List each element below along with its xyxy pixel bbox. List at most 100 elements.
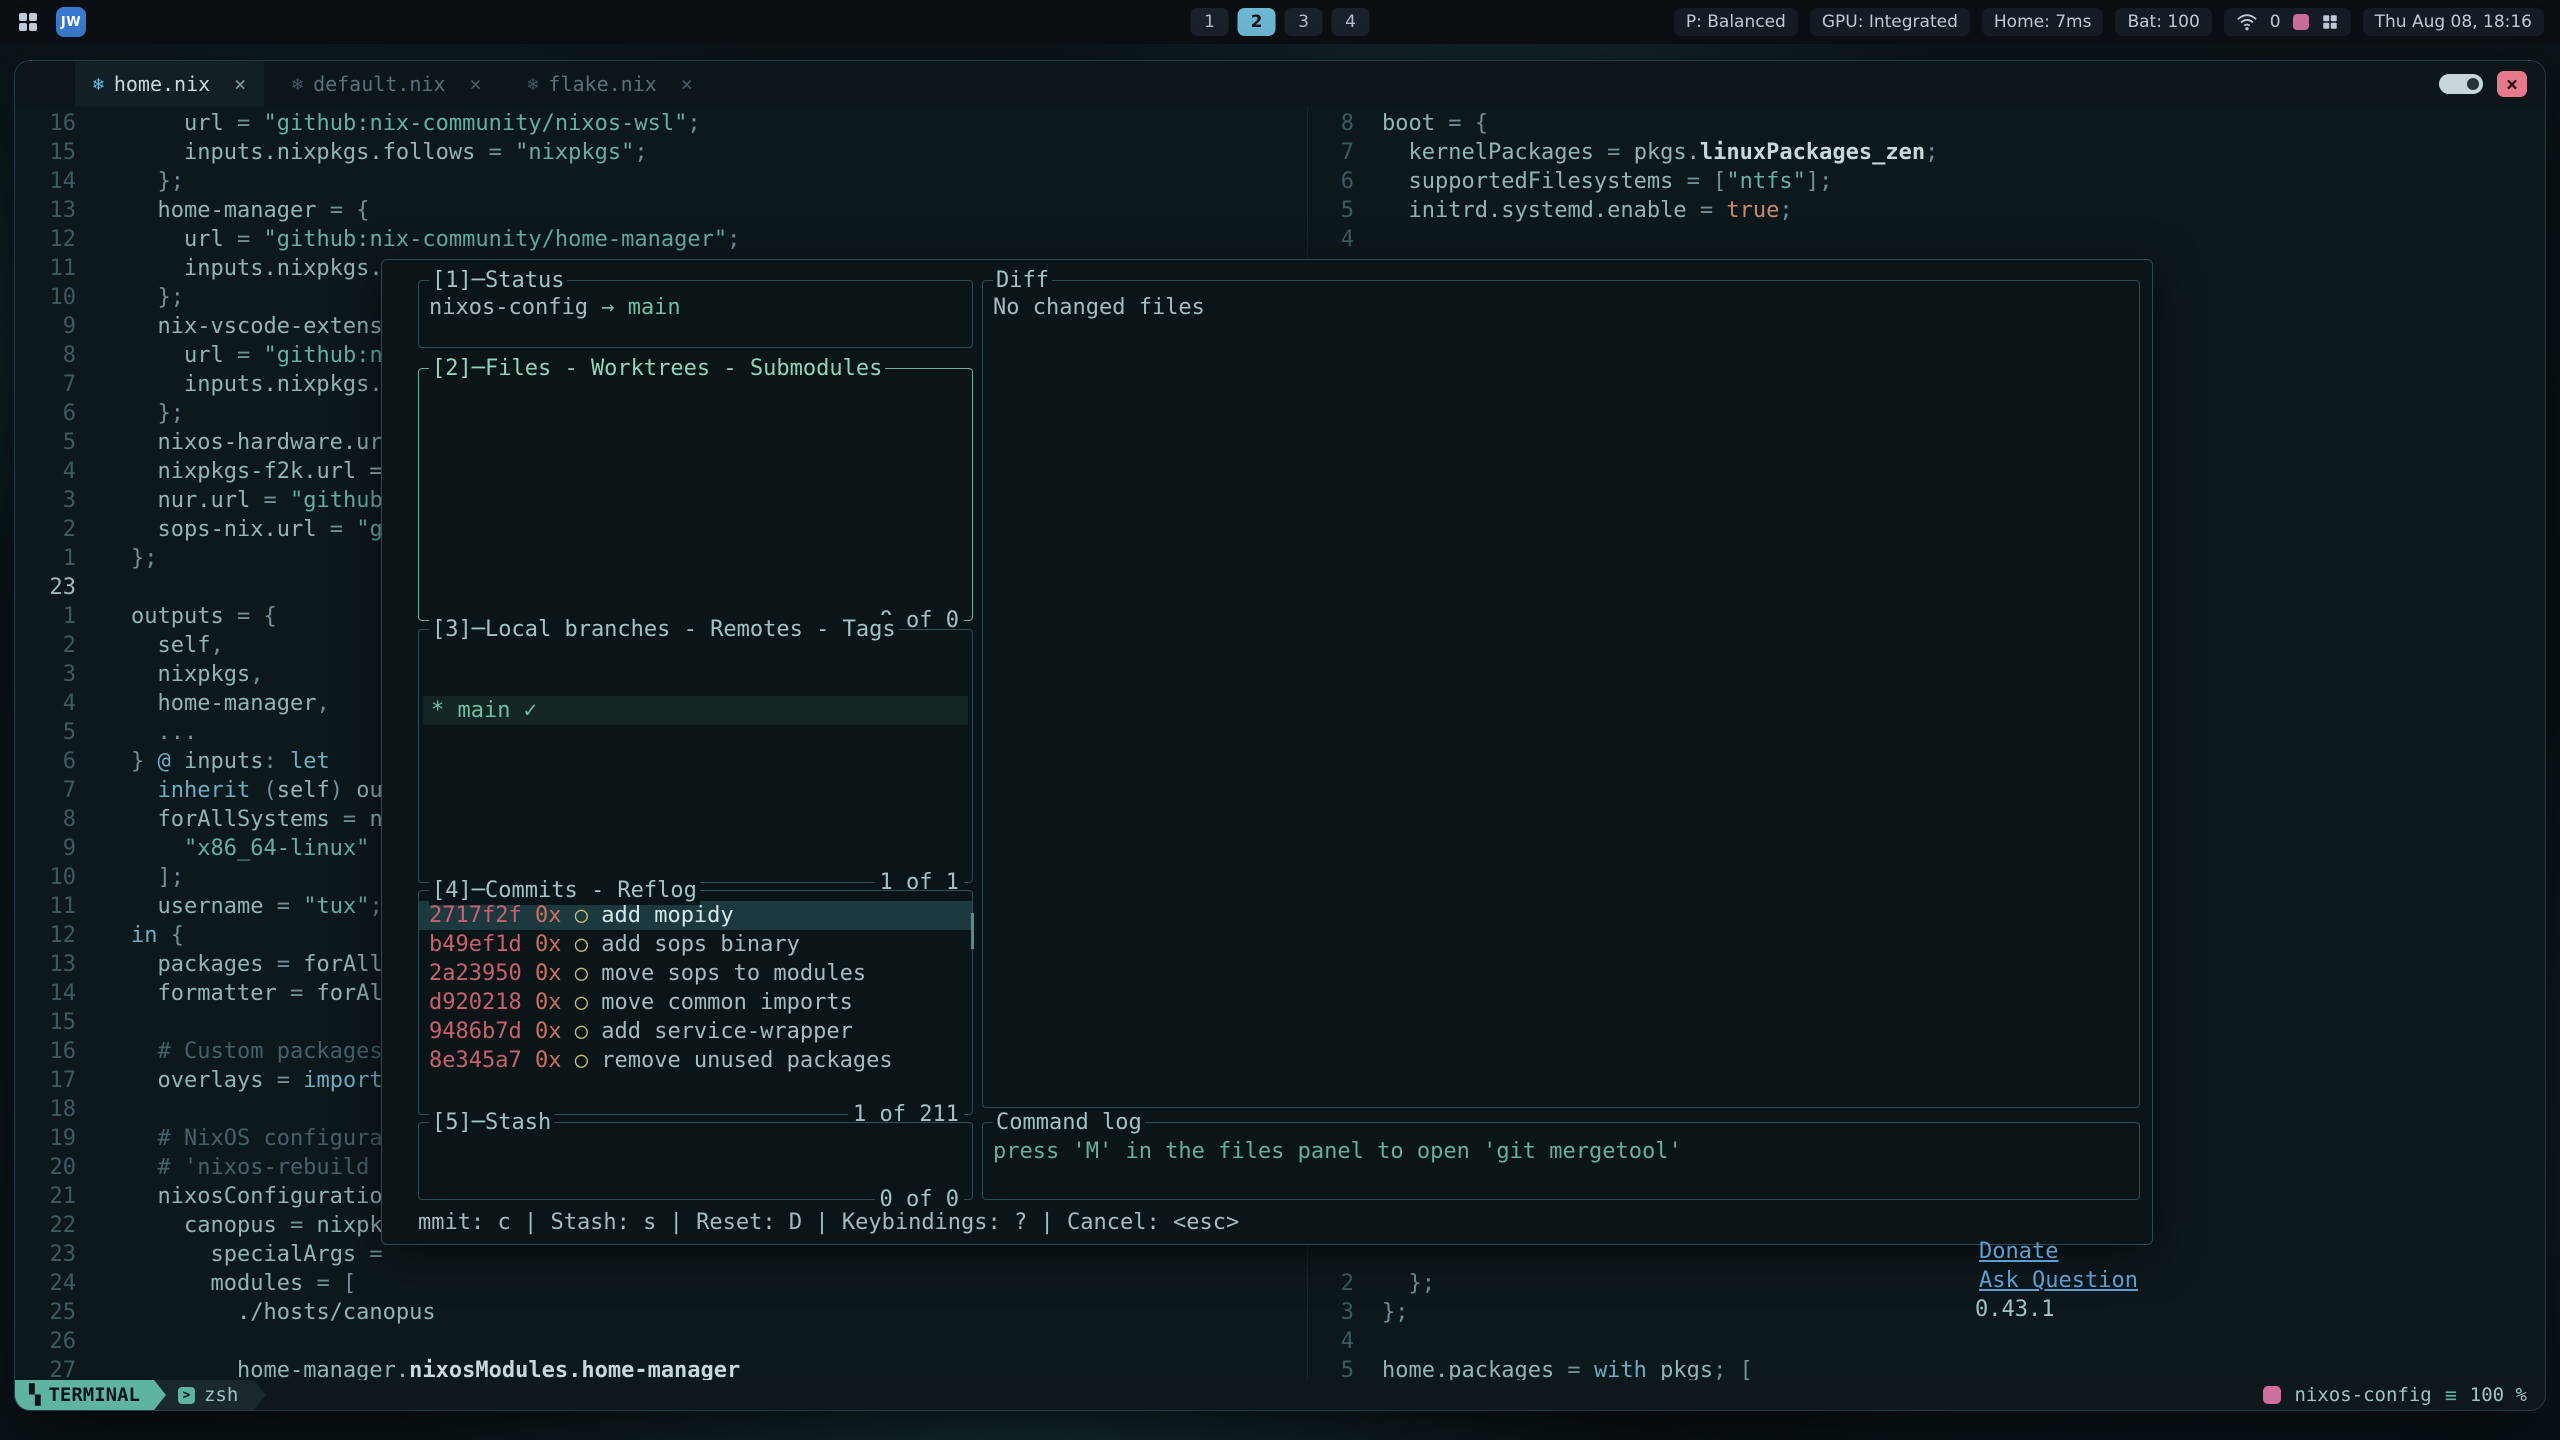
code-line: 12 url = "github:nix-community/home-mana…	[15, 225, 1307, 254]
line-number: 16	[15, 1037, 131, 1066]
status-module: GPU: Integrated	[1810, 8, 1970, 36]
line-number: 16	[15, 109, 131, 138]
terminal-mode-icon: ▚	[29, 1384, 40, 1406]
commits-scrollbar[interactable]	[971, 913, 974, 949]
status-module: Bat: 100	[2115, 8, 2211, 36]
lazygit-diff-panel[interactable]: Diff No changed files	[982, 280, 2140, 1108]
tab-label: default.nix	[313, 72, 445, 96]
line-number: 3	[15, 660, 131, 689]
tray-count: 0	[2270, 12, 2281, 32]
line-number: 5	[1308, 196, 1382, 225]
diff-panel-title: Diff	[993, 266, 1052, 295]
line-number: 13	[15, 950, 131, 979]
line-number: 1	[15, 544, 131, 573]
lazygit-stash-panel[interactable]: [5]─Stash 0 of 0	[418, 1122, 973, 1200]
line-number: 2	[15, 631, 131, 660]
ask-question-link[interactable]: Ask Question	[1979, 1268, 2138, 1293]
toggle-knob	[2467, 78, 2479, 90]
line-number: 2	[1308, 1269, 1382, 1298]
line-number: 11	[15, 254, 131, 283]
files-panel-title: [2]─Files - Worktrees - Submodules	[429, 354, 885, 383]
mode-badge: ▚ TERMINAL	[15, 1380, 154, 1410]
status-module: Home: 7ms	[1982, 8, 2104, 36]
apps-grid-icon[interactable]	[16, 10, 40, 34]
line-number: 11	[15, 892, 131, 921]
lazygit-branches-panel[interactable]: [3]─Local branches - Remotes - Tags * ma…	[418, 629, 973, 883]
line-number: 7	[15, 370, 131, 399]
workspace-4[interactable]: 4	[1332, 8, 1370, 36]
line-number: 17	[15, 1066, 131, 1095]
buffer-tabbar: ❄home.nix×❄default.nix×❄flake.nix× ×	[15, 61, 2545, 107]
lazygit-commits-panel[interactable]: [4]─Commits - Reflog 2717f2f 0x ○ add mo…	[418, 890, 973, 1115]
stash-panel-title: [5]─Stash	[429, 1108, 554, 1137]
lazygit-status-panel[interactable]: [1]─Status nixos-config → main	[418, 280, 973, 348]
code-line: 25 ./hosts/canopus	[15, 1298, 1307, 1327]
nix-file-icon: ❄	[292, 74, 303, 95]
commit-row[interactable]: b49ef1d 0x ○ add sops binary	[419, 930, 972, 959]
status-modules: P: Balanced GPU: Integrated Home: 7ms Bat: …	[1674, 8, 2212, 36]
workspace-1[interactable]: 1	[1191, 8, 1229, 36]
window-toggle[interactable]	[2439, 74, 2483, 94]
desktop: JW 1234 P: BalancedGPU: IntegratedHome: …	[0, 0, 2560, 1440]
line-number: 3	[15, 486, 131, 515]
line-number: 1	[15, 602, 131, 631]
code-line: 24 modules = [	[15, 1269, 1307, 1298]
tab-label: flake.nix	[548, 72, 656, 96]
workspace-2[interactable]: 2	[1238, 8, 1276, 36]
launcher-icon[interactable]: JW	[56, 7, 86, 37]
commit-row[interactable]: 9486b7d 0x ○ add service-wrapper	[419, 1017, 972, 1046]
code-line: 8boot = {	[1308, 109, 2545, 138]
powerline-separator	[154, 1380, 166, 1410]
topbar-right: P: Balanced GPU: Integrated Home: 7ms Bat: …	[1674, 8, 2544, 36]
commit-row[interactable]: 2717f2f 0x ○ add mopidy	[419, 901, 972, 930]
editor-content: 16 url = "github:nix-community/nixos-wsl…	[15, 107, 2545, 1380]
line-number: 5	[15, 428, 131, 457]
line-number: 21	[15, 1182, 131, 1211]
lazygit-command-log-panel[interactable]: Command log press 'M' in the files panel…	[982, 1122, 2140, 1200]
status-module: P: Balanced	[1674, 8, 1798, 36]
commit-row[interactable]: 8e345a7 0x ○ remove unused packages	[419, 1046, 972, 1075]
lazygit-files-panel[interactable]: [2]─Files - Worktrees - Submodules 0 of …	[418, 368, 973, 621]
line-number: 6	[1308, 167, 1382, 196]
close-tab-icon[interactable]: ×	[470, 72, 482, 96]
code-line: 14 };	[15, 167, 1307, 196]
code-line: 4	[1308, 225, 2545, 254]
branch-row[interactable]: * main ✓	[423, 696, 968, 725]
tab-home-nix[interactable]: ❄home.nix×	[75, 61, 264, 107]
tab-label: home.nix	[114, 72, 210, 96]
donate-link[interactable]: Donate	[1979, 1239, 2058, 1264]
line-number: 7	[1308, 138, 1382, 167]
project-name: nixos-config	[2294, 1384, 2431, 1406]
line-number: 20	[15, 1153, 131, 1182]
close-tab-icon[interactable]: ×	[234, 72, 246, 96]
commit-row[interactable]: 2a23950 0x ○ move sops to modules	[419, 959, 972, 988]
line-number: 6	[15, 399, 131, 428]
lazygit-links: Donate Ask Question 0.43.1	[1829, 1208, 2138, 1353]
commits-panel-title: [4]─Commits - Reflog	[429, 876, 700, 905]
line-number: 4	[1308, 225, 1382, 254]
line-number: 5	[15, 718, 131, 747]
window-close-button[interactable]: ×	[2497, 71, 2527, 97]
line-number: 4	[15, 457, 131, 486]
code-line: 13 home-manager = {	[15, 196, 1307, 225]
commit-row[interactable]: d920218 0x ○ move common imports	[419, 988, 972, 1017]
grid-tray-icon[interactable]	[2321, 13, 2339, 31]
line-number: 19	[15, 1124, 131, 1153]
line-number: 3	[1308, 1298, 1382, 1327]
line-number: 23	[15, 573, 131, 602]
lazygit-version: 0.43.1	[1975, 1297, 2054, 1322]
line-number: 22	[15, 1211, 131, 1240]
topbar-left: JW	[16, 7, 86, 37]
workspace-3[interactable]: 3	[1285, 8, 1323, 36]
tab-flake-nix[interactable]: ❄flake.nix×	[510, 61, 711, 107]
tab-default-nix[interactable]: ❄ default.nix ×	[274, 61, 499, 107]
system-tray[interactable]: 0	[2224, 8, 2351, 36]
shell-prompt-icon: >	[178, 1387, 195, 1404]
line-number: 2	[15, 515, 131, 544]
status-panel-title: [1]─Status	[429, 266, 567, 295]
close-tab-icon[interactable]: ×	[681, 72, 693, 96]
wifi-icon[interactable]	[2236, 12, 2258, 32]
line-number: 24	[15, 1269, 131, 1298]
palette-icon[interactable]	[2293, 14, 2309, 30]
tabs: ❄home.nix×❄default.nix×❄flake.nix×	[75, 61, 711, 107]
